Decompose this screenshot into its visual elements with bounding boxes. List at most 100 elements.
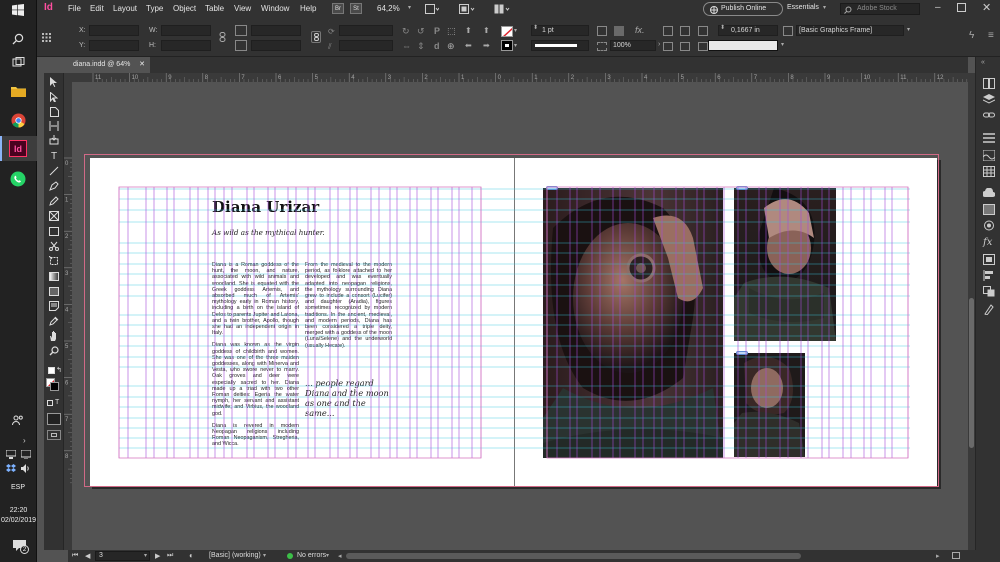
color-panel-icon[interactable] [981,149,996,162]
apply-color-icon[interactable] [47,413,61,425]
fill-chevron-icon[interactable]: ▾ [514,27,517,34]
prev-page-icon[interactable]: ◀ [85,552,90,560]
close-window-button[interactable]: ✕ [982,1,991,14]
gradient-feather-tool-icon[interactable] [46,284,62,298]
whatsapp-icon[interactable] [8,169,28,189]
menu-window[interactable]: Window [261,4,289,13]
eyedropper-tool-icon[interactable] [46,314,62,328]
errors-chevron-icon[interactable]: ▾ [326,552,329,559]
drop-shadow-icon[interactable] [597,26,607,36]
frame-fitting-2-icon[interactable] [680,26,690,36]
type-tool-icon[interactable]: T [46,149,62,163]
page-chevron-icon[interactable]: ▾ [144,552,147,559]
opacity-chevron-icon[interactable]: › [658,41,660,48]
menu-edit[interactable]: Edit [90,4,104,13]
select-previous-icon[interactable]: ⬆ [465,26,472,35]
ruler-origin[interactable] [64,73,68,82]
note-tool-icon[interactable] [46,299,62,313]
stroke-type-dropdown[interactable] [531,40,589,51]
close-tab-icon[interactable]: ✕ [139,57,145,73]
scroll-left-icon[interactable]: ◂ [338,552,342,560]
scale-x-field[interactable] [251,25,301,36]
next-page-icon[interactable]: ▶ [155,552,160,560]
screen-mode-tool-icon[interactable] [47,430,61,440]
free-transform-tool-icon[interactable] [46,254,62,268]
transform-panel-icon[interactable] [981,303,996,316]
shear-angle-icon[interactable]: ⫽ [328,42,332,52]
arrange-documents-icon[interactable] [492,3,512,15]
first-page-icon[interactable]: ⏮ [72,552,78,560]
panel-menu-icon[interactable]: ≡ [988,30,994,41]
menu-type[interactable]: Type [146,4,163,13]
pasteboard[interactable]: Diana Urizar As wild as the mythical hun… [72,82,968,550]
indesign-icon[interactable]: Id [9,140,27,157]
gap-tool-icon[interactable] [46,119,62,133]
rotate-ccw-icon[interactable]: ↺ [417,26,425,37]
cc-libraries-icon[interactable] [981,187,996,200]
menu-table[interactable]: Table [205,4,224,13]
swap-fill-stroke-icon[interactable]: ↰ [56,366,62,374]
height-field[interactable] [161,40,211,51]
hand-tool-icon[interactable] [46,329,62,343]
offset-field[interactable]: 0,1667 in [718,25,778,36]
maximize-button[interactable] [957,3,966,12]
chevron-up-icon[interactable]: › [23,436,26,445]
last-page-icon[interactable]: ⏭ [167,552,173,560]
content-collector-icon[interactable] [46,133,62,147]
menu-object[interactable]: Object [173,4,196,13]
flip-horizontal-icon[interactable]: ⇔ [402,41,411,51]
fill-swatch[interactable] [501,26,513,37]
text-wrap-panel-icon[interactable] [981,253,996,266]
lightning-icon[interactable]: ϟ [969,30,974,41]
link-scale-icon[interactable] [311,31,321,43]
menu-help[interactable]: Help [300,4,316,13]
stroke-chevron-icon[interactable]: ▾ [514,42,517,49]
effects-panel-icon[interactable] [981,219,996,232]
zoom-level[interactable]: 64,2% [377,4,400,13]
scale-x-icon[interactable] [235,25,247,36]
width-field[interactable] [161,25,211,36]
stock-button[interactable]: St [350,3,362,14]
fx-effects-icon[interactable]: fx. [635,25,645,35]
line-tool-icon[interactable] [46,164,62,178]
corner-options-icon[interactable] [597,42,607,51]
scale-y-field[interactable] [251,40,301,51]
file-explorer-icon[interactable] [8,81,28,101]
zoom-chevron-icon[interactable]: ▾ [408,4,411,11]
horizontal-scroll-thumb[interactable] [346,553,801,559]
align-panel-icon[interactable] [981,269,996,282]
minimize-button[interactable]: – [935,2,941,13]
horizontal-ruler[interactable]: 11 10 9 8 7 6 5 4 3 2 1 0 1 2 3 4 5 6 7 8 9 10 11 12 [68,73,968,82]
x-position-field[interactable] [89,25,139,36]
menu-file[interactable]: File [68,4,81,13]
select-container-icon[interactable]: ⬚ [447,26,456,37]
scissors-tool-icon[interactable] [46,239,62,253]
master-page-status[interactable]: [Basic] (working) [209,552,261,559]
pathfinder-panel-icon[interactable] [981,285,996,298]
scale-y-icon[interactable] [235,40,247,51]
language-indicator[interactable]: ESP [11,484,25,491]
align-right-icon[interactable]: ➡ [483,41,490,50]
task-view-icon[interactable] [8,53,28,71]
adobe-stock-search-input[interactable]: Adobe Stock [840,3,920,15]
formatting-container-icon[interactable] [47,400,53,406]
rotate-angle-icon[interactable]: ⟳ [328,27,335,36]
display-icon[interactable] [20,449,32,459]
vertical-ruler[interactable]: 0 1 2 3 4 5 6 7 8 [64,82,72,550]
clock-time[interactable]: 22:20 [0,507,37,514]
flip-vertical-icon[interactable]: ⇕ [417,41,425,52]
document-tab[interactable]: diana.indd @ 64% ✕ [68,57,150,73]
align-left-icon[interactable]: ⬅ [465,41,472,50]
layers-panel-icon[interactable] [981,93,996,106]
frame-fitting-3-icon[interactable] [663,42,673,51]
search-icon[interactable] [8,30,28,48]
reference-point-icon[interactable] [40,25,52,49]
workspace-switcher[interactable]: Essentials [787,4,819,11]
frame-fitting-4-icon[interactable] [680,42,690,51]
offset-stepper-icon[interactable]: ⬍ [720,24,725,31]
network-icon[interactable] [5,449,17,459]
bridge-button[interactable]: Br [332,3,344,14]
select-next-icon[interactable]: ⬆ [483,26,490,35]
pages-panel-icon[interactable] [981,77,996,90]
people-icon[interactable] [10,413,26,427]
